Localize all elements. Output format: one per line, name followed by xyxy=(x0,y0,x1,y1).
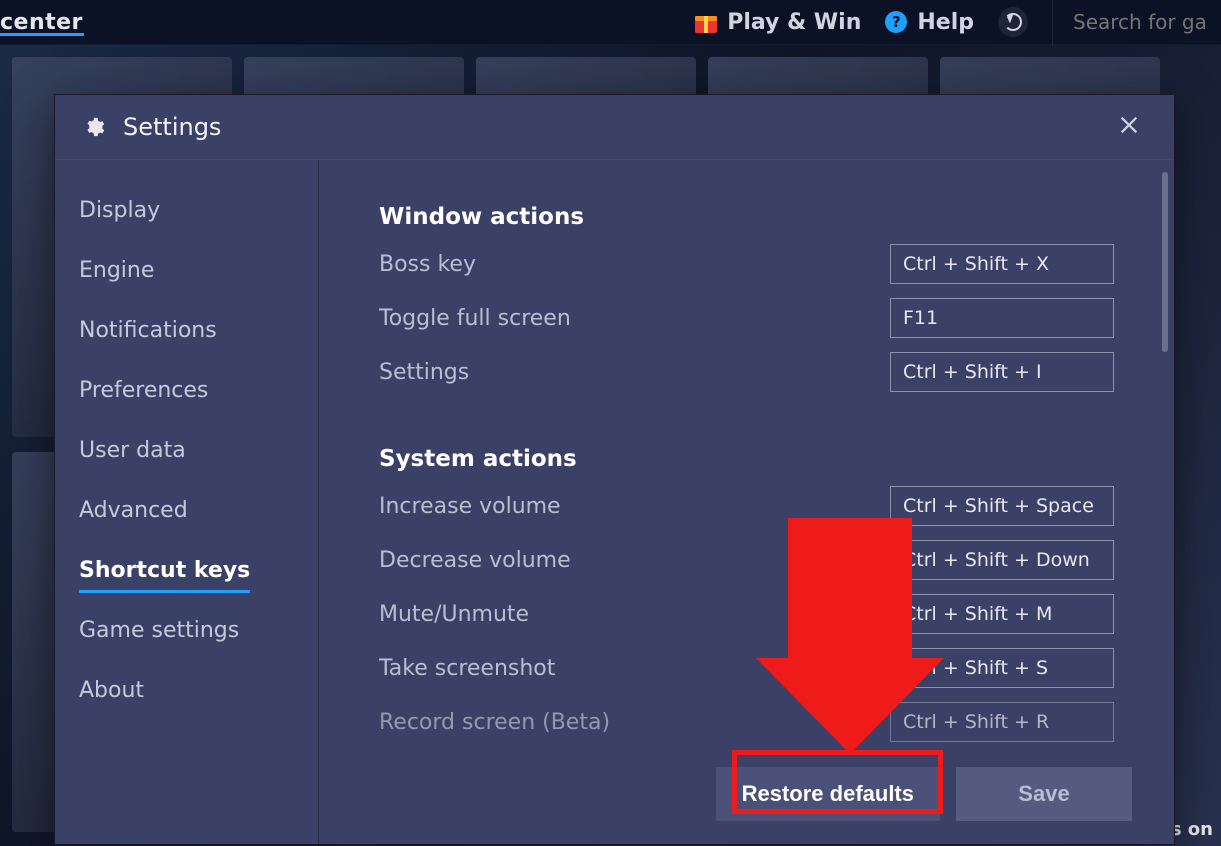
save-label: Save xyxy=(1018,781,1069,807)
sidebar-item-preferences[interactable]: Preferences xyxy=(79,380,208,402)
shortcut-row-fullscreen: Toggle full screen F11 xyxy=(379,298,1156,338)
modal-footer: Restore defaults Save xyxy=(319,744,1174,844)
shortcut-value: Ctrl + Shift + I xyxy=(903,361,1042,383)
background-content: BlueStacks on Settings Display Engine No… xyxy=(0,45,1221,846)
shortcut-input-decrease-volume[interactable]: Ctrl + Shift + Down xyxy=(890,540,1114,580)
shortcut-value: Ctrl + Shift + Down xyxy=(903,549,1090,571)
modal-backdrop: Settings Display Engine Notifications Pr… xyxy=(0,45,1221,846)
sidebar-item-label: Display xyxy=(79,198,160,223)
close-icon xyxy=(1118,114,1140,136)
history-button[interactable] xyxy=(998,7,1028,37)
shortcut-label: Boss key xyxy=(379,252,476,277)
gear-icon xyxy=(83,116,105,138)
shortcut-input-increase-volume[interactable]: Ctrl + Shift + Space xyxy=(890,486,1114,526)
sidebar-item-user-data[interactable]: User data xyxy=(79,440,186,462)
modal-title: Settings xyxy=(123,113,221,141)
shortcut-value: F11 xyxy=(903,307,938,329)
save-button[interactable]: Save xyxy=(956,767,1132,821)
panel-scroll-area: Window actions Boss key Ctrl + Shift + X… xyxy=(379,204,1156,744)
restore-defaults-button[interactable]: Restore defaults xyxy=(716,767,940,821)
shortcut-label: Increase volume xyxy=(379,494,561,519)
settings-sidebar: Display Engine Notifications Preferences… xyxy=(55,160,319,844)
shortcut-row-screenshot: Take screenshot Ctrl + Shift + S xyxy=(379,648,1156,688)
search-input[interactable] xyxy=(1071,9,1221,35)
panel-wrap: Window actions Boss key Ctrl + Shift + X… xyxy=(319,160,1174,844)
help-icon: ? xyxy=(885,11,907,33)
sidebar-item-label: User data xyxy=(79,438,186,463)
shortcut-value: Ctrl + Shift + S xyxy=(903,657,1048,679)
sidebar-item-label: Preferences xyxy=(79,378,208,403)
shortcut-input-settings[interactable]: Ctrl + Shift + I xyxy=(890,352,1114,392)
sidebar-item-display[interactable]: Display xyxy=(79,200,160,222)
shortcut-input-mute[interactable]: Ctrl + Shift + M xyxy=(890,594,1114,634)
search-box[interactable] xyxy=(1052,0,1221,45)
app-topbar: center Play & Win ? Help xyxy=(0,0,1221,45)
sidebar-item-shortcut-keys[interactable]: Shortcut keys xyxy=(79,560,250,582)
section-title-window-actions: Window actions xyxy=(379,204,1156,230)
shortcut-row-boss-key: Boss key Ctrl + Shift + X xyxy=(379,244,1156,284)
shortcut-input-boss-key[interactable]: Ctrl + Shift + X xyxy=(890,244,1114,284)
play-and-win-link[interactable]: Play & Win xyxy=(695,10,861,35)
logo-underline xyxy=(0,33,84,36)
sidebar-item-notifications[interactable]: Notifications xyxy=(79,320,217,342)
sidebar-item-label: About xyxy=(79,678,144,703)
shortcut-keys-panel: Window actions Boss key Ctrl + Shift + X… xyxy=(319,160,1174,744)
sidebar-item-label: Advanced xyxy=(79,498,188,523)
shortcut-row-mute: Mute/Unmute Ctrl + Shift + M xyxy=(379,594,1156,634)
shortcut-row-record: Record screen (Beta) Ctrl + Shift + R xyxy=(379,702,1156,742)
sidebar-item-label: Game settings xyxy=(79,618,239,643)
play-and-win-label: Play & Win xyxy=(727,10,861,35)
section-title-system-actions: System actions xyxy=(379,446,1156,472)
sidebar-item-label: Shortcut keys xyxy=(79,558,250,583)
shortcut-label: Take screenshot xyxy=(379,656,555,681)
help-link[interactable]: ? Help xyxy=(885,10,974,35)
sidebar-item-engine[interactable]: Engine xyxy=(79,260,154,282)
shortcut-input-fullscreen[interactable]: F11 xyxy=(890,298,1114,338)
shortcut-value: Ctrl + Shift + R xyxy=(903,711,1049,733)
help-label: Help xyxy=(917,10,974,35)
modal-body: Display Engine Notifications Preferences… xyxy=(55,159,1174,844)
history-icon xyxy=(1004,13,1022,31)
shortcut-label: Toggle full screen xyxy=(379,306,571,331)
modal-header: Settings xyxy=(55,95,1174,159)
shortcut-label: Mute/Unmute xyxy=(379,602,529,627)
sidebar-item-advanced[interactable]: Advanced xyxy=(79,500,188,522)
shortcut-input-record[interactable]: Ctrl + Shift + R xyxy=(890,702,1114,742)
sidebar-item-label: Engine xyxy=(79,258,154,283)
app-logo-fragment: center xyxy=(0,10,83,35)
panel-scrollbar-thumb[interactable] xyxy=(1162,172,1168,352)
sidebar-item-label: Notifications xyxy=(79,318,217,343)
shortcut-value: Ctrl + Shift + X xyxy=(903,253,1049,275)
shortcut-row-increase-volume: Increase volume Ctrl + Shift + Space xyxy=(379,486,1156,526)
restore-defaults-label: Restore defaults xyxy=(742,781,914,807)
sidebar-item-about[interactable]: About xyxy=(79,680,144,702)
sidebar-item-game-settings[interactable]: Game settings xyxy=(79,620,239,642)
shortcut-row-decrease-volume: Decrease volume Ctrl + Shift + Down xyxy=(379,540,1156,580)
shortcut-value: Ctrl + Shift + M xyxy=(903,603,1052,625)
shortcut-label: Settings xyxy=(379,360,469,385)
shortcut-label: Decrease volume xyxy=(379,548,571,573)
topbar-right: Play & Win ? Help xyxy=(695,0,1221,44)
shortcut-value: Ctrl + Shift + Space xyxy=(903,495,1094,517)
shortcut-row-settings: Settings Ctrl + Shift + I xyxy=(379,352,1156,392)
close-button[interactable] xyxy=(1112,108,1146,146)
shortcut-input-screenshot[interactable]: Ctrl + Shift + S xyxy=(890,648,1114,688)
shortcut-label: Record screen (Beta) xyxy=(379,710,610,735)
settings-modal: Settings Display Engine Notifications Pr… xyxy=(54,94,1175,845)
gift-icon xyxy=(695,11,717,33)
